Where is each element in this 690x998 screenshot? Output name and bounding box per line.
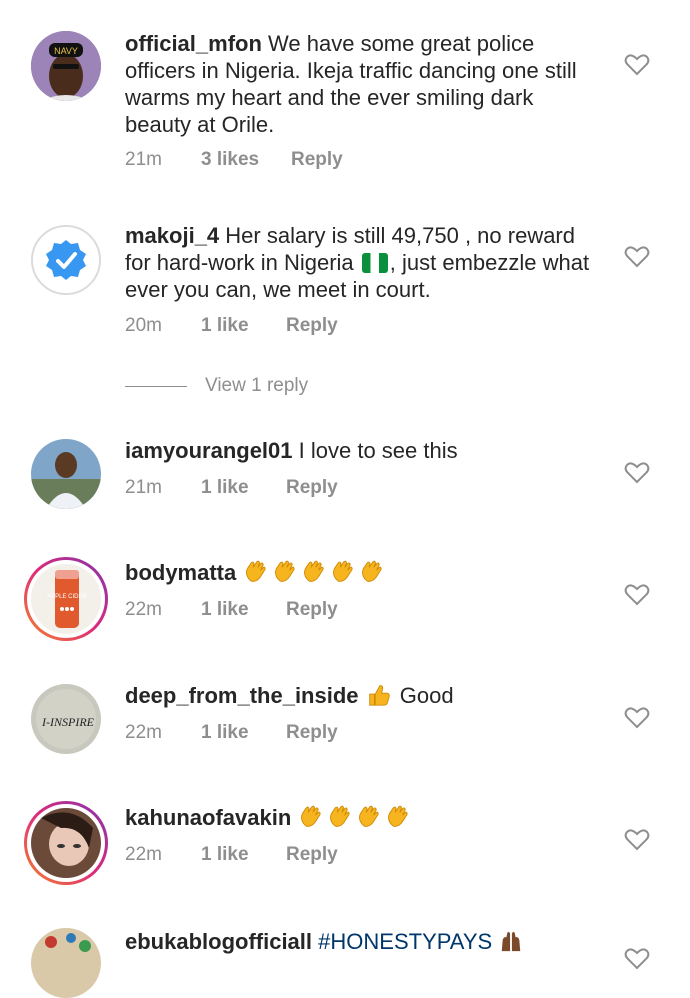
comment-username[interactable]: official_mfon <box>125 31 262 56</box>
reply-button[interactable]: Reply <box>286 477 338 499</box>
reply-button[interactable]: Reply <box>286 599 338 621</box>
comment-meta: 22m 1 like Reply <box>125 599 338 621</box>
comment-text: iamyourangel01 I love to see this <box>125 437 605 464</box>
heart-icon[interactable] <box>624 827 650 851</box>
comment-body: I love to see this <box>298 438 458 463</box>
comment-likes[interactable]: 1 like <box>201 844 286 866</box>
comment-text: ebukablogofficiall #HONESTYPAYS <box>125 928 605 955</box>
clap-emoji-icon <box>246 560 266 582</box>
comment-time: 22m <box>125 722 162 743</box>
reply-button[interactable]: Reply <box>286 315 338 337</box>
clap-emoji-icon <box>275 560 295 582</box>
comment-time: 22m <box>125 844 162 865</box>
heart-icon[interactable] <box>624 52 650 76</box>
comment-username[interactable]: kahunaofavakin <box>125 805 291 830</box>
avatar[interactable]: APPLE CIDER <box>24 557 108 641</box>
comment-text: deep_from_the_inside Good <box>125 682 605 709</box>
avatar-image <box>31 808 101 878</box>
comment-username[interactable]: iamyourangel01 <box>125 438 293 463</box>
comment-meta: 22m 1 like Reply <box>125 722 338 744</box>
avatar[interactable] <box>24 801 108 885</box>
comment-time: 22m <box>125 599 162 620</box>
comment-username[interactable]: makoji_4 <box>125 223 219 248</box>
heart-icon[interactable] <box>624 946 650 970</box>
avatar-label: APPLE CIDER <box>47 594 87 600</box>
comment-text: kahunaofavakin <box>125 804 605 831</box>
comment-meta: 20m 1 like Reply <box>125 315 338 337</box>
comment-text: bodymatta <box>125 559 605 586</box>
comment-meta: 22m 1 like Reply <box>125 844 338 866</box>
clap-emoji-icon <box>388 805 409 827</box>
comment-meta: 21m 3 likes Reply <box>125 149 343 171</box>
heart-icon[interactable] <box>624 244 650 268</box>
heart-icon[interactable] <box>624 460 650 484</box>
comment-text: official_mfon We have some great police … <box>125 30 605 138</box>
avatar[interactable] <box>31 439 101 509</box>
reply-button[interactable]: Reply <box>291 149 343 171</box>
comment-username[interactable]: ebukablogofficiall <box>125 929 312 954</box>
reply-button[interactable]: Reply <box>286 722 338 744</box>
clap-emoji-icon <box>304 560 324 582</box>
comment-likes[interactable]: 1 like <box>201 599 286 621</box>
clap-emoji-icon <box>359 805 380 827</box>
avatar-image: APPLE CIDER <box>31 564 101 634</box>
heart-icon[interactable] <box>624 582 650 606</box>
comment-username[interactable]: deep_from_the_inside <box>125 683 359 708</box>
avatar-image: I-INSPIRE <box>31 684 101 754</box>
comment-username[interactable]: bodymatta <box>125 560 236 585</box>
verified-badge-icon <box>33 227 99 293</box>
clap-emoji-icon <box>330 805 351 827</box>
raised-hands-emoji-icon <box>502 931 521 952</box>
avatar-image: NAVY <box>31 31 101 101</box>
reply-button[interactable]: Reply <box>286 844 338 866</box>
avatar-image <box>31 928 101 998</box>
clap-emoji-icon <box>333 560 353 582</box>
comment-time: 21m <box>125 149 162 170</box>
avatar[interactable]: I-INSPIRE <box>31 684 101 754</box>
thumbs-up-emoji-icon <box>368 685 390 706</box>
avatar-image <box>31 439 101 509</box>
avatar-badge-text: NAVY <box>54 46 78 56</box>
avatar[interactable]: NAVY <box>31 31 101 101</box>
comment-likes[interactable]: 1 like <box>201 477 286 499</box>
avatar[interactable] <box>31 928 101 998</box>
avatar-label: I-INSPIRE <box>41 715 95 729</box>
nigeria-flag-icon <box>361 253 388 273</box>
comment-time: 21m <box>125 477 162 498</box>
comment-likes[interactable]: 1 like <box>201 722 286 744</box>
heart-icon[interactable] <box>624 705 650 729</box>
view-replies-button[interactable]: View 1 reply <box>125 375 308 397</box>
avatar[interactable] <box>31 225 101 295</box>
view-replies-label[interactable]: View 1 reply <box>205 375 308 397</box>
comment-meta: 21m 1 like Reply <box>125 477 338 499</box>
comment-likes[interactable]: 1 like <box>201 315 286 337</box>
clap-emoji-icon <box>301 805 322 827</box>
comment-text: makoji_4 Her salary is still 49,750 , no… <box>125 222 605 303</box>
clap-emoji-icon <box>362 560 382 582</box>
comment-body: Good <box>399 683 454 708</box>
comment-likes[interactable]: 3 likes <box>201 149 291 171</box>
hashtag-link[interactable]: #HONESTYPAYS <box>318 929 492 954</box>
view-replies-divider <box>125 385 187 387</box>
comment-time: 20m <box>125 315 162 336</box>
